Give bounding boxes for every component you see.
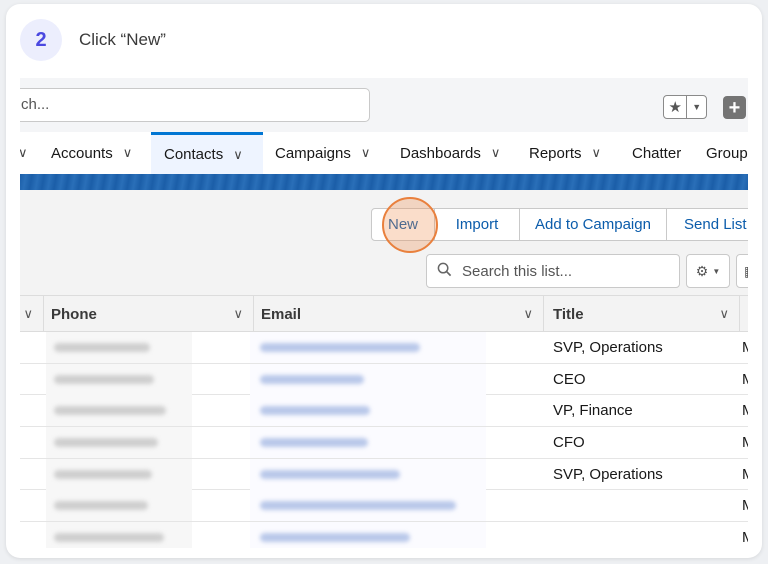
app-screenshot: ch... ★ ▼ + ∨ Accounts ∨ Contacts ∨ Campai… [20, 78, 748, 548]
title-cell: VP, Finance [553, 402, 633, 420]
email-cell-redacted[interactable] [250, 363, 486, 395]
table-row[interactable]: VP, Finance M [20, 395, 748, 428]
table-body: SVP, Operations M CEO M VP, Finance M CF… [20, 332, 748, 548]
favorites-button[interactable]: ★ ▼ [663, 95, 707, 119]
phone-cell-redacted [46, 395, 192, 427]
nav-item-campaigns[interactable]: Campaigns ∨ [275, 132, 370, 174]
add-to-campaign-button[interactable]: Add to Campaign [519, 208, 667, 241]
nav-item-label[interactable]: Campaigns [275, 145, 351, 162]
click-highlight-marker [382, 197, 438, 253]
nav-item-accounts[interactable]: Accounts ∨ [51, 132, 132, 174]
column-header-next[interactable]: C [740, 296, 748, 332]
chevron-down-icon[interactable]: ∨ [719, 306, 729, 322]
phone-cell-redacted [46, 363, 192, 395]
phone-cell-redacted [46, 490, 192, 522]
chevron-down-icon[interactable]: ▼ [687, 96, 706, 118]
table-row[interactable]: M [20, 522, 748, 548]
column-header-title[interactable]: Title ∨ [544, 296, 740, 332]
phone-cell-redacted [46, 332, 192, 363]
table-row[interactable]: CFO M [20, 427, 748, 459]
next-column-cell: M [742, 364, 748, 395]
nav-item-label[interactable]: Reports [529, 145, 582, 162]
table-header: ∨ Phone ∨ Email ∨ Title ∨ C [20, 296, 748, 332]
list-search-placeholder: Search this list... [462, 262, 573, 280]
global-search-input[interactable]: ch... [20, 88, 370, 122]
chevron-down-icon[interactable]: ▼ [712, 267, 720, 276]
nav-item-label[interactable]: Groups [706, 145, 748, 162]
tutorial-step-card: 2 Click “New” ch... ★ ▼ + ∨ Accounts ∨ Co… [6, 4, 762, 558]
next-column-cell: M [742, 395, 748, 426]
next-column-cell: M [742, 427, 748, 458]
email-cell-redacted[interactable] [250, 522, 486, 548]
column-header-previous[interactable]: ∨ [20, 296, 44, 332]
chevron-down-icon[interactable]: ∨ [361, 145, 371, 161]
table-icon[interactable]: ▦ [744, 263, 748, 280]
nav-item-label[interactable]: Accounts [51, 145, 113, 162]
search-icon [437, 262, 452, 281]
list-settings-button[interactable]: ⚙ ▼ [686, 254, 730, 288]
nav-item-label[interactable]: Chatter [632, 145, 681, 162]
column-header-label: Phone [51, 305, 97, 323]
step-header: 2 Click “New” [20, 18, 166, 62]
global-header: ch... ★ ▼ + [20, 78, 748, 132]
nav-item-contacts[interactable]: Contacts ∨ [151, 132, 263, 174]
nav-item-chatter[interactable]: Chatter [632, 132, 681, 174]
nav-item-label[interactable]: Contacts [164, 146, 223, 163]
title-cell: SVP, Operations [553, 465, 663, 483]
table-row[interactable]: SVP, Operations M [20, 458, 748, 491]
email-cell-redacted[interactable] [250, 395, 486, 427]
import-button[interactable]: Import [434, 208, 520, 241]
table-row[interactable]: SVP, Operations M [20, 332, 748, 364]
chevron-down-icon[interactable]: ∨ [123, 145, 133, 161]
column-header-label: Title [553, 305, 584, 323]
title-cell: CEO [553, 370, 586, 388]
next-column-cell: M [742, 490, 748, 521]
phone-cell-redacted [46, 427, 192, 459]
title-cell: CFO [553, 434, 585, 452]
gear-icon[interactable]: ⚙ [696, 263, 709, 280]
email-cell-redacted[interactable] [250, 458, 486, 490]
title-cell: SVP, Operations [553, 339, 663, 356]
step-number-badge: 2 [20, 19, 62, 61]
chevron-down-icon[interactable]: ∨ [592, 145, 602, 161]
step-instruction: Click “New” [79, 30, 166, 49]
plus-icon[interactable]: + [723, 96, 746, 119]
list-view-header: New Import Add to Campaign Send List E S… [20, 190, 748, 296]
nav-item-reports[interactable]: Reports ∨ [529, 132, 601, 174]
next-column-cell: M [742, 332, 748, 363]
list-search-input[interactable]: Search this list... [426, 254, 680, 288]
brand-band [20, 174, 748, 190]
chevron-down-icon[interactable]: ∨ [20, 145, 28, 161]
nav-bar: ∨ Accounts ∨ Contacts ∨ Campaigns ∨ Dashboa… [20, 132, 748, 174]
nav-item-label[interactable]: Dashboards [400, 145, 481, 162]
column-header-phone[interactable]: Phone ∨ [44, 296, 254, 332]
star-icon[interactable]: ★ [664, 96, 688, 118]
column-header-label: Email [261, 305, 302, 323]
nav-item-groups[interactable]: Groups [706, 132, 748, 174]
chevron-down-icon[interactable]: ∨ [233, 147, 243, 163]
email-cell-redacted[interactable] [250, 427, 486, 459]
nav-chevron-previous[interactable]: ∨ [20, 132, 38, 174]
chevron-down-icon[interactable]: ∨ [23, 306, 33, 322]
email-cell-redacted[interactable] [250, 490, 486, 522]
phone-cell-redacted [46, 458, 192, 490]
table-row[interactable]: CEO M [20, 363, 748, 396]
table-row[interactable]: M [20, 490, 748, 523]
nav-item-dashboards[interactable]: Dashboards ∨ [400, 132, 500, 174]
next-column-cell: M [742, 522, 748, 548]
chevron-down-icon[interactable]: ∨ [523, 306, 533, 322]
send-list-email-button[interactable]: Send List E [666, 208, 748, 241]
chevron-down-icon[interactable]: ∨ [233, 306, 243, 322]
column-header-email[interactable]: Email ∨ [254, 296, 544, 332]
phone-cell-redacted [46, 522, 192, 548]
chevron-down-icon[interactable]: ∨ [491, 145, 501, 161]
display-as-table-button[interactable]: ▦ [736, 254, 748, 288]
next-column-cell: M [742, 459, 748, 490]
email-cell-redacted[interactable] [250, 332, 486, 363]
